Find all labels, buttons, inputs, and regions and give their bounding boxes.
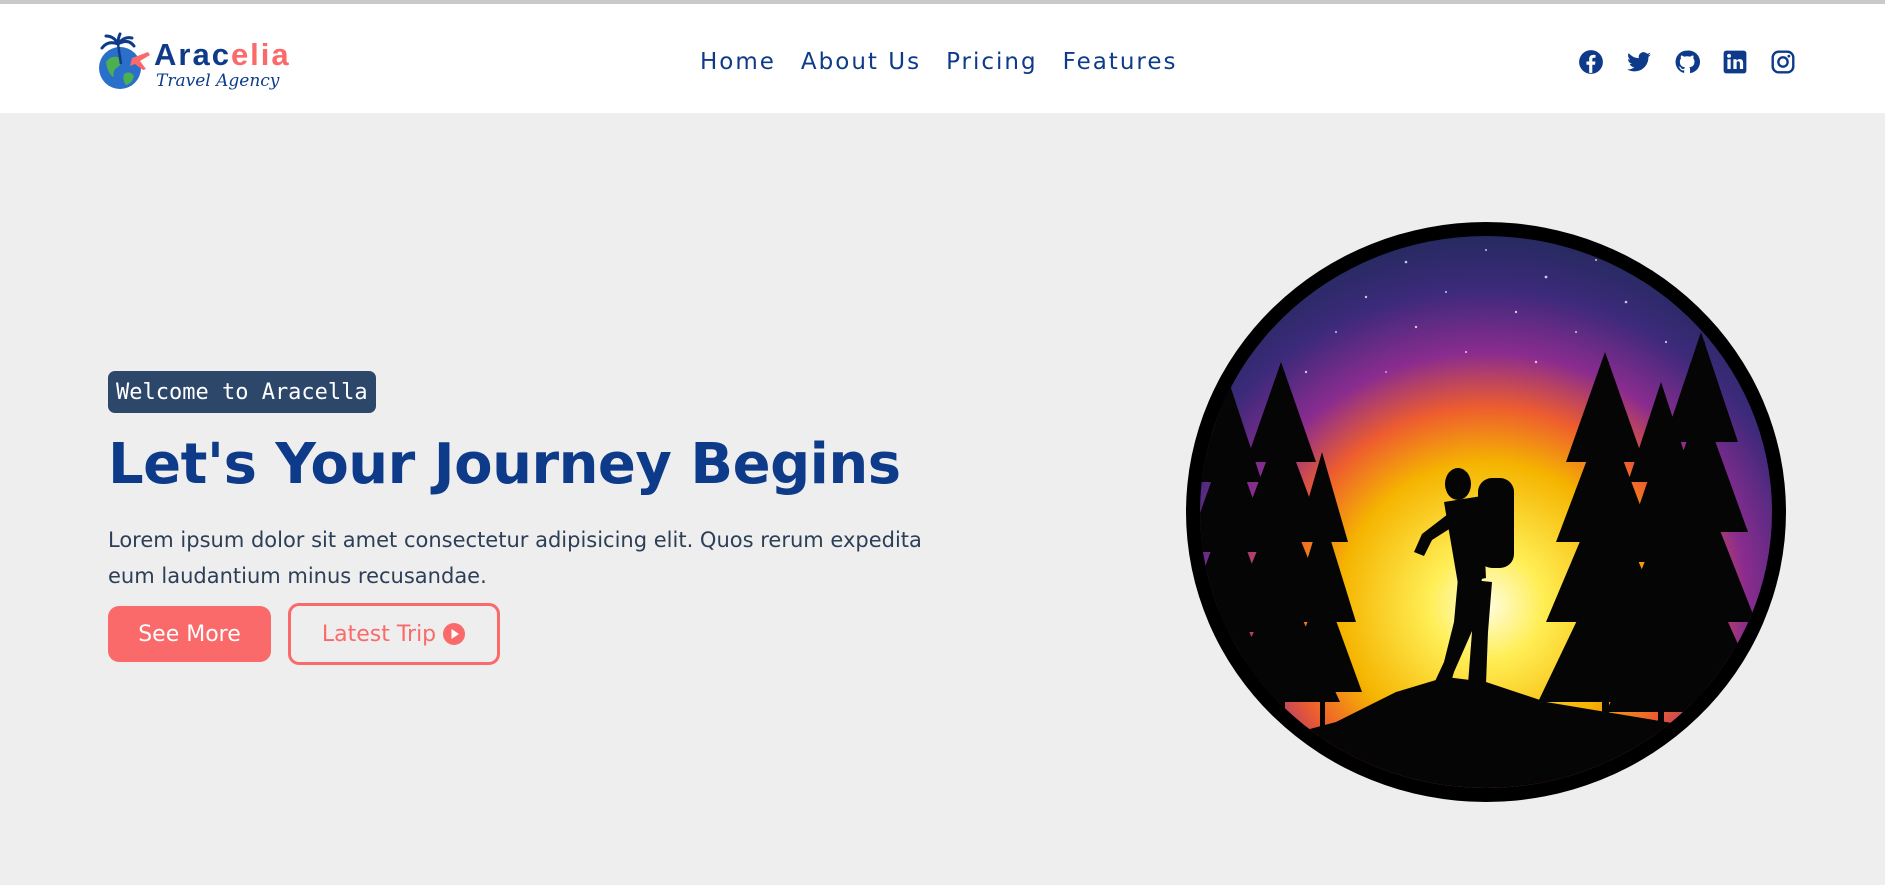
main-nav: Home About Us Pricing Features — [700, 45, 1178, 79]
nav-features[interactable]: Features — [1063, 49, 1178, 75]
facebook-icon[interactable] — [1578, 49, 1604, 75]
globe-palm-logo-icon — [99, 32, 150, 89]
hero-title: Let's Your Journey Begins — [108, 432, 901, 497]
linkedin-icon[interactable] — [1722, 49, 1748, 75]
latest-trip-button[interactable]: Latest Trip — [288, 603, 500, 665]
hero-illustration — [1186, 222, 1786, 802]
nav-about-us[interactable]: About Us — [801, 49, 921, 75]
github-icon[interactable] — [1674, 49, 1700, 75]
brand-name: Aracelia — [154, 37, 291, 72]
play-circle-icon — [442, 622, 466, 646]
nav-pricing[interactable]: Pricing — [946, 49, 1038, 75]
welcome-badge: Welcome to Aracella — [108, 371, 376, 413]
latest-trip-label: Latest Trip — [321, 621, 437, 647]
see-more-label: See More — [138, 621, 241, 647]
twitter-icon[interactable] — [1626, 49, 1652, 75]
hiker-silhouette-illustration — [1186, 222, 1786, 802]
brand-logo[interactable]: Aracelia Travel Agency — [96, 32, 316, 96]
instagram-icon[interactable] — [1770, 49, 1796, 75]
welcome-badge-text: Welcome to Aracella — [116, 379, 368, 405]
see-more-button[interactable]: See More — [108, 606, 271, 662]
site-header: Aracelia Travel Agency Home About Us Pri… — [0, 4, 1885, 113]
brand-tagline: Travel Agency — [156, 71, 280, 91]
hero-description: Lorem ipsum dolor sit amet consectetur a… — [108, 528, 922, 588]
social-links — [1578, 49, 1796, 75]
nav-home[interactable]: Home — [700, 49, 776, 75]
